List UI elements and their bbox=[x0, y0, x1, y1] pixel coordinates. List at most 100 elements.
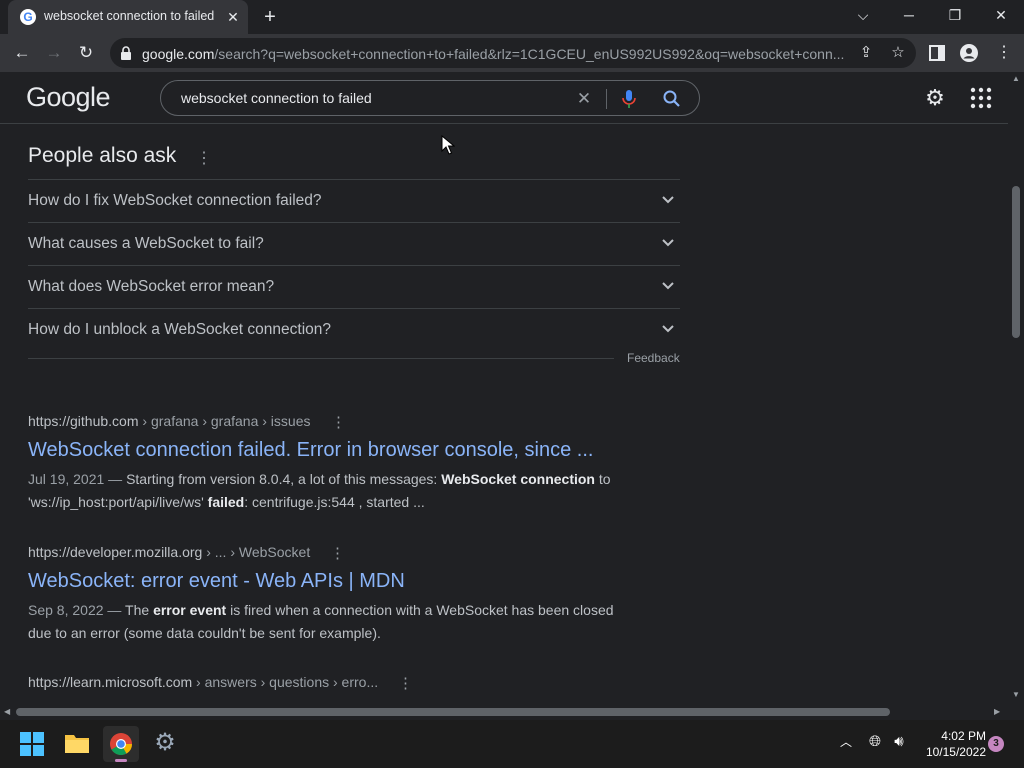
google-apps-grid-icon[interactable] bbox=[970, 87, 992, 109]
search-results-page: Google ✕ ⚙ People also ask ⋮ bbox=[0, 72, 1008, 704]
chevron-down-icon bbox=[662, 196, 674, 204]
tab-title: websocket connection to failed - bbox=[44, 9, 216, 23]
lock-icon[interactable] bbox=[120, 46, 132, 60]
search-input[interactable] bbox=[181, 90, 561, 106]
share-icon[interactable]: ⇪ bbox=[857, 44, 875, 62]
search-divider bbox=[606, 89, 607, 109]
paa-question[interactable]: How do I unblock a WebSocket connection? bbox=[28, 308, 680, 351]
people-also-ask-heading: People also ask bbox=[28, 144, 177, 167]
restore-button[interactable]: ❐ bbox=[932, 0, 978, 30]
result-domain: https://developer.mozilla.org bbox=[28, 544, 203, 560]
star-icon[interactable]: ☆ bbox=[889, 44, 907, 62]
result-path: › grafana › grafana › issues bbox=[138, 413, 311, 429]
settings-gear-icon[interactable]: ⚙ bbox=[922, 85, 948, 111]
clear-search-icon[interactable]: ✕ bbox=[573, 88, 595, 110]
active-app-indicator bbox=[115, 759, 127, 762]
profile-icon[interactable] bbox=[960, 44, 978, 62]
snippet-bold: failed bbox=[207, 494, 245, 510]
scroll-left-arrow-icon[interactable]: ◀ bbox=[4, 707, 10, 716]
address-bar[interactable]: google.com/search?q=websocket+connection… bbox=[110, 38, 916, 68]
result-snippet: Sep 8, 2022 — The error event is fired w… bbox=[28, 599, 628, 645]
scroll-right-arrow-icon[interactable]: ▶ bbox=[994, 707, 1000, 716]
browser-tab[interactable]: G websocket connection to failed - ✕ bbox=[8, 0, 248, 34]
paa-divider bbox=[28, 358, 614, 359]
scroll-down-arrow-icon[interactable]: ▼ bbox=[1012, 690, 1020, 699]
snippet-bold: WebSocket connection bbox=[441, 471, 595, 487]
close-window-button[interactable]: ✕ bbox=[978, 0, 1024, 30]
more-options-icon[interactable]: ⋮ bbox=[196, 148, 212, 168]
windows-start-icon[interactable] bbox=[20, 732, 44, 756]
clock-time[interactable]: 4:02 PM bbox=[924, 729, 986, 743]
paa-question[interactable]: How do I fix WebSocket connection failed… bbox=[28, 179, 680, 222]
result-title-link[interactable]: WebSocket: error event - Web APIs | MDN bbox=[28, 570, 405, 593]
chrome-taskbar-button[interactable] bbox=[103, 726, 139, 762]
result-url[interactable]: https://learn.microsoft.com › answers › … bbox=[28, 674, 378, 690]
paa-question-text: What does WebSocket error mean? bbox=[28, 278, 275, 295]
paa-question-text: How do I unblock a WebSocket connection? bbox=[28, 321, 332, 338]
back-arrow-icon[interactable]: ← bbox=[8, 39, 36, 67]
file-explorer-icon[interactable] bbox=[64, 732, 90, 754]
horizontal-scroll-thumb[interactable] bbox=[16, 708, 890, 716]
feedback-link[interactable]: Feedback bbox=[627, 351, 680, 365]
vertical-scrollbar[interactable]: ▲ ▼ bbox=[1008, 72, 1024, 704]
browser-toolbar: ← → ↻ google.com/search?q=websocket+conn… bbox=[0, 34, 1024, 72]
tab-strip: G websocket connection to failed - ✕ + ⌵… bbox=[0, 0, 1024, 34]
snippet-text: The bbox=[125, 602, 154, 618]
kebab-menu-icon[interactable]: ⋮ bbox=[996, 43, 1012, 63]
mouse-cursor-icon bbox=[441, 135, 455, 155]
snippet-text: : centrifuge.js:544 , started ... bbox=[244, 494, 425, 510]
new-tab-button[interactable]: + bbox=[258, 5, 282, 29]
result-date: Sep 8, 2022 — bbox=[28, 602, 126, 618]
minimize-button[interactable]: ─ bbox=[886, 0, 932, 30]
search-result: https://learn.microsoft.com › answers › … bbox=[28, 674, 648, 704]
google-favicon-icon: G bbox=[20, 9, 36, 25]
url-path: /search?q=websocket+connection+to+failed… bbox=[214, 46, 845, 62]
search-result: https://developer.mozilla.org › ... › We… bbox=[28, 544, 648, 644]
url-text[interactable]: google.com/search?q=websocket+connection… bbox=[142, 46, 847, 62]
result-path: › answers › questions › erro... bbox=[192, 674, 379, 690]
snippet-text: Starting from version 8.0.4, a lot of th… bbox=[126, 471, 442, 487]
paa-question-text: How do I fix WebSocket connection failed… bbox=[28, 192, 322, 209]
horizontal-scrollbar[interactable]: ◀ ▶ bbox=[0, 704, 1008, 720]
google-header: Google ✕ ⚙ bbox=[0, 72, 1008, 124]
reload-icon[interactable]: ↻ bbox=[72, 39, 100, 67]
result-menu-icon[interactable]: ⋮ bbox=[398, 674, 413, 692]
tab-close-icon[interactable]: ✕ bbox=[224, 8, 242, 26]
paa-question[interactable]: What causes a WebSocket to fail? bbox=[28, 222, 680, 265]
chevron-down-icon bbox=[662, 325, 674, 333]
result-domain: https://learn.microsoft.com bbox=[28, 674, 193, 690]
chevron-down-icon bbox=[662, 282, 674, 290]
vertical-scroll-thumb[interactable] bbox=[1012, 186, 1020, 338]
chevron-down-icon bbox=[662, 239, 674, 247]
result-title-link[interactable]: WebSocket connection failed. Error in br… bbox=[28, 439, 593, 462]
search-box[interactable]: ✕ bbox=[160, 80, 700, 116]
snippet-bold: error event bbox=[153, 602, 227, 618]
tab-search-chevron-icon[interactable]: ⌵ bbox=[840, 0, 886, 30]
show-hidden-icons-chevron-icon[interactable]: ︿ bbox=[838, 733, 854, 753]
result-url[interactable]: https://github.com › grafana › grafana ›… bbox=[28, 413, 311, 429]
result-url[interactable]: https://developer.mozilla.org › ... › We… bbox=[28, 544, 310, 560]
url-domain: google.com bbox=[142, 46, 215, 62]
windows-taskbar: ⚙ ︿ 🌐︎ 🔊︎ 4:02 PM 10/15/2022 3 bbox=[0, 720, 1024, 768]
network-globe-icon[interactable]: 🌐︎ bbox=[865, 732, 885, 752]
forward-arrow-icon[interactable]: → bbox=[40, 39, 68, 67]
volume-icon[interactable]: 🔊︎ bbox=[889, 732, 909, 752]
notification-badge[interactable]: 3 bbox=[988, 736, 1004, 752]
search-icon[interactable] bbox=[661, 88, 683, 110]
paa-question[interactable]: What does WebSocket error mean? bbox=[28, 265, 680, 308]
paa-question-text: What causes a WebSocket to fail? bbox=[28, 235, 264, 252]
result-snippet: Jul 19, 2021 — Starting from version 8.0… bbox=[28, 468, 628, 514]
clock-date[interactable]: 10/15/2022 bbox=[914, 745, 986, 759]
result-date: Jul 19, 2021 — bbox=[28, 471, 127, 487]
search-result: https://github.com › grafana › grafana ›… bbox=[28, 413, 648, 513]
chrome-icon bbox=[110, 733, 132, 755]
side-panel-icon[interactable] bbox=[929, 45, 945, 61]
microphone-icon[interactable] bbox=[619, 88, 639, 110]
result-path: › ... › WebSocket bbox=[202, 544, 311, 560]
google-logo[interactable]: Google bbox=[26, 82, 111, 113]
scroll-up-arrow-icon[interactable]: ▲ bbox=[1012, 74, 1020, 83]
result-domain: https://github.com bbox=[28, 413, 139, 429]
result-menu-icon[interactable]: ⋮ bbox=[330, 544, 345, 562]
result-menu-icon[interactable]: ⋮ bbox=[331, 413, 346, 431]
settings-icon[interactable]: ⚙ bbox=[152, 730, 178, 756]
